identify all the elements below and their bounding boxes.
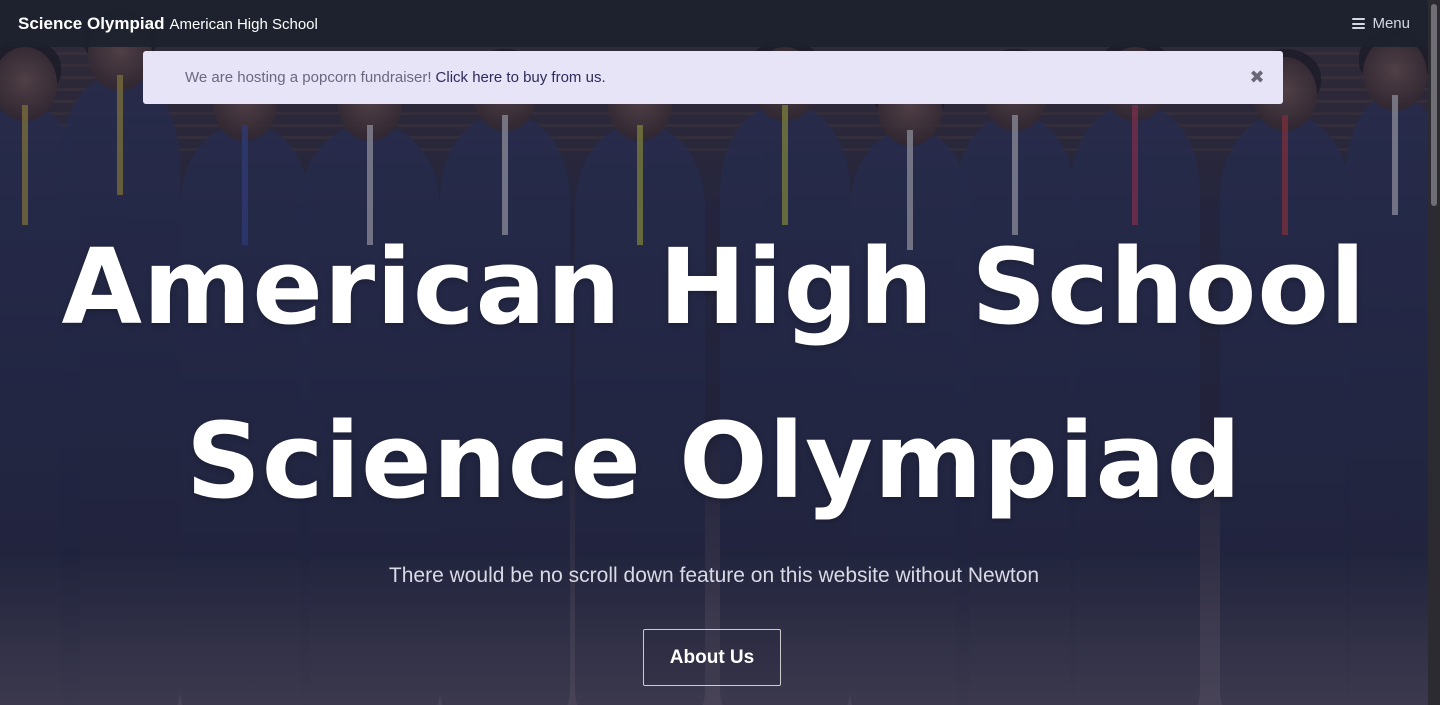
close-icon[interactable]: ✖ [1248, 67, 1266, 88]
about-us-button[interactable]: About Us [643, 629, 781, 686]
brand-link[interactable]: Science Olympiad American High School [18, 14, 318, 34]
alert-text: We are hosting a popcorn fundraiser! [185, 69, 432, 86]
hamburger-icon [1352, 18, 1366, 29]
scrollbar-thumb[interactable] [1431, 4, 1437, 206]
fundraiser-alert: We are hosting a popcorn fundraiser! Cli… [143, 51, 1283, 104]
page-scrollbar[interactable] [1428, 0, 1440, 705]
brand-title: Science Olympiad [18, 13, 165, 33]
hero-title-line-2: Science Olympiad [185, 400, 1243, 522]
menu-label: Menu [1372, 15, 1410, 32]
menu-button[interactable]: Menu [1352, 15, 1410, 32]
hero-title: American High School Science Olympiad [0, 200, 1428, 548]
alert-buy-link[interactable]: Click here to buy from us. [436, 69, 606, 86]
brand-subtitle: American High School [169, 15, 318, 33]
top-navbar: Science Olympiad American High School Me… [0, 0, 1428, 47]
hero-title-line-1: American High School [61, 226, 1367, 348]
hero-subtitle: There would be no scroll down feature on… [388, 564, 1040, 587]
